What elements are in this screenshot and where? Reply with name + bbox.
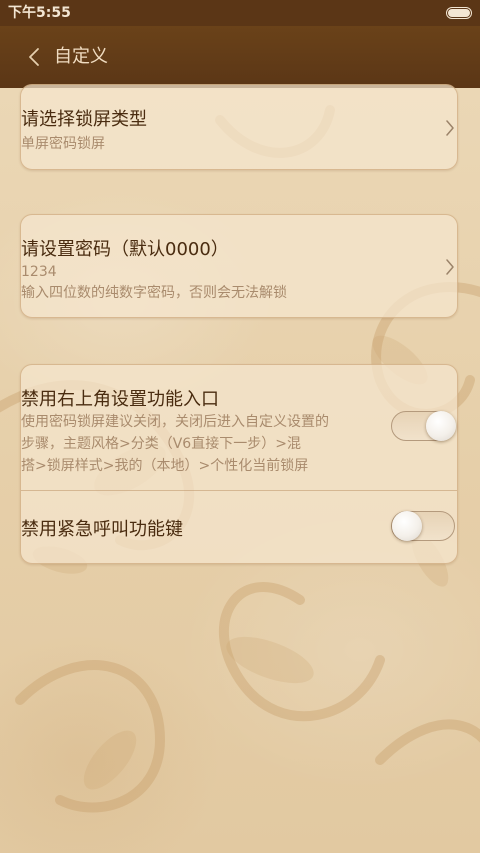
battery-icon xyxy=(446,7,472,19)
toggle-settings-card: 禁用右上角设置功能入口 使用密码锁屏建议关闭，关闭后进入自定义设置的 步骤，主题… xyxy=(20,364,458,564)
emergency-call-toggle[interactable] xyxy=(391,511,455,541)
password-value: 1234 xyxy=(21,264,57,280)
status-bar: 下午5:55 xyxy=(0,0,480,26)
lock-type-value: 单屏密码锁屏 xyxy=(21,136,105,152)
lock-type-row[interactable]: 请选择锁屏类型 单屏密码锁屏 xyxy=(21,85,457,171)
emergency-call-row[interactable]: 禁用紧急呼叫功能键 xyxy=(21,491,457,563)
lock-type-title: 请选择锁屏类型 xyxy=(21,109,147,130)
app-bar: 自定义 xyxy=(0,26,480,88)
status-time: 下午5:55 xyxy=(8,5,71,21)
toggle-knob xyxy=(426,411,456,441)
chevron-right-icon xyxy=(446,259,454,275)
toggle-knob xyxy=(392,511,422,541)
chevron-left-icon xyxy=(29,48,39,66)
corner-entry-desc-line-2: 步骤，主题风格>分类（V6直接下一步）>混 xyxy=(21,436,301,452)
battery-fill xyxy=(448,9,470,17)
back-button[interactable] xyxy=(16,39,52,75)
corner-entry-desc-line-3: 搭>锁屏样式>我的（本地）>个性化当前锁屏 xyxy=(21,458,309,474)
password-row[interactable]: 请设置密码（默认0000） 1234 输入四位数的纯数字密码，否则会无法解锁 xyxy=(21,215,457,319)
emergency-call-title: 禁用紧急呼叫功能键 xyxy=(21,519,183,540)
password-card[interactable]: 请设置密码（默认0000） 1234 输入四位数的纯数字密码，否则会无法解锁 xyxy=(20,214,458,318)
password-hint: 输入四位数的纯数字密码，否则会无法解锁 xyxy=(21,285,287,301)
password-title: 请设置密码（默认0000） xyxy=(21,239,229,260)
corner-entry-desc-line-1: 使用密码锁屏建议关闭，关闭后进入自定义设置的 xyxy=(21,414,329,430)
chevron-right-icon xyxy=(446,120,454,136)
lock-type-card[interactable]: 请选择锁屏类型 单屏密码锁屏 xyxy=(20,84,458,170)
page-title: 自定义 xyxy=(54,46,108,67)
corner-entry-toggle[interactable] xyxy=(391,411,456,441)
corner-entry-title: 禁用右上角设置功能入口 xyxy=(21,389,219,410)
corner-entry-row[interactable]: 禁用右上角设置功能入口 使用密码锁屏建议关闭，关闭后进入自定义设置的 步骤，主题… xyxy=(21,365,457,490)
